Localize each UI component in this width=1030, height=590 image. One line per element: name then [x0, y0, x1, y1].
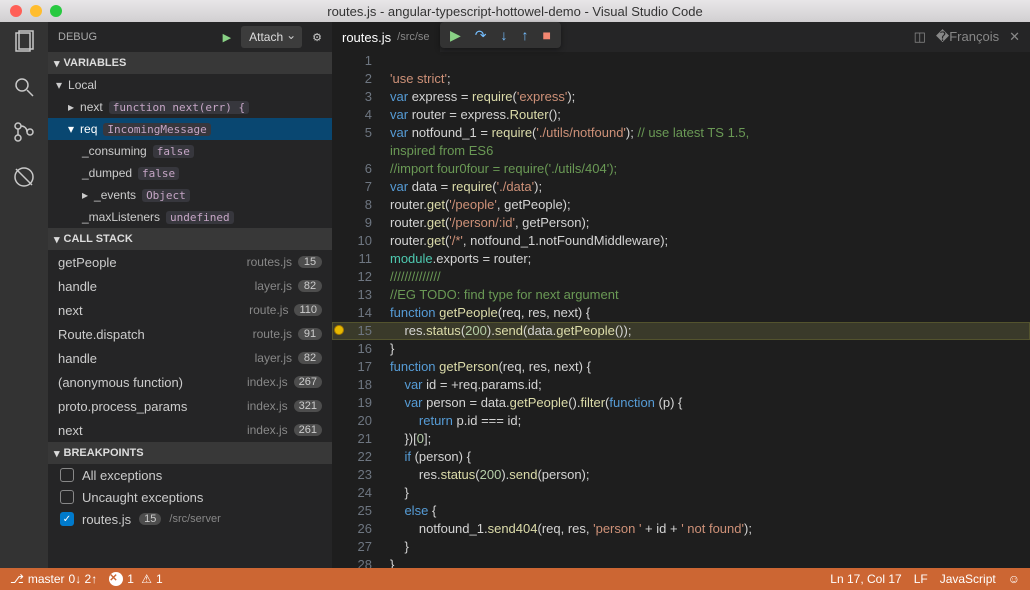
callstack-header[interactable]: ▾ CALL STACK — [48, 228, 332, 250]
code-line[interactable]: 8router.get('/people', getPeople); — [332, 196, 1030, 214]
tab-routes[interactable]: routes.js /src/se — [332, 22, 440, 52]
step-out-button[interactable]: ↑ — [522, 27, 529, 43]
language-mode[interactable]: JavaScript — [940, 572, 996, 586]
stack-frame[interactable]: getPeopleroutes.js15 — [48, 250, 332, 274]
variables-header[interactable]: ▾ VARIABLES — [48, 52, 332, 74]
code-editor[interactable]: I 12'use strict';3var express = require(… — [332, 52, 1030, 568]
stack-frame[interactable]: (anonymous function)index.js267 — [48, 370, 332, 394]
stack-frame[interactable]: handlelayer.js82 — [48, 274, 332, 298]
scope-local[interactable]: ▾ Local — [48, 74, 332, 96]
window-title: routes.js - angular-typescript-hottowel-… — [0, 4, 1030, 19]
explorer-icon[interactable] — [12, 30, 36, 57]
status-bar: ⎇ master 0↓ 2↑ ✕ 1 ⚠ 1 Ln 17, Col 17 LF … — [0, 568, 1030, 590]
stack-frame[interactable]: handlelayer.js82 — [48, 346, 332, 370]
debug-toolbar[interactable]: ▶ ↷ ↓ ↑ ■ — [440, 22, 561, 48]
debug-label: DEBUG — [58, 31, 97, 43]
variable-row[interactable]: _maxListeners undefined — [48, 206, 332, 228]
debug-icon[interactable] — [12, 165, 36, 192]
code-line[interactable]: 14function getPeople(req, res, next) { — [332, 304, 1030, 322]
split-editor-icon[interactable]: ◫ — [914, 29, 926, 45]
search-icon[interactable] — [12, 75, 36, 102]
variable-row[interactable]: ▸ next function next(err) { — [48, 96, 332, 118]
breakpoints-header[interactable]: ▾ BREAKPOINTS — [48, 442, 332, 464]
variable-row[interactable]: _consuming false — [48, 140, 332, 162]
code-line[interactable]: 11module.exports = router; — [332, 250, 1030, 268]
code-line[interactable]: 21 })[0]; — [332, 430, 1030, 448]
debug-sidebar: DEBUG ▶ Attach ⚙ ▾ VARIABLES ▾ Local ▸ n… — [48, 22, 332, 568]
code-line[interactable]: 27 } — [332, 538, 1030, 556]
code-line[interactable]: 4var router = express.Router(); — [332, 106, 1030, 124]
code-line[interactable]: 6//import four0four = require('./utils/4… — [332, 160, 1030, 178]
titlebar: routes.js - angular-typescript-hottowel-… — [0, 0, 1030, 22]
code-line[interactable]: 28} — [332, 556, 1030, 568]
problems[interactable]: ✕ 1 ⚠ 1 — [109, 572, 162, 586]
scm-icon[interactable] — [12, 120, 36, 147]
cursor-position[interactable]: Ln 17, Col 17 — [830, 572, 901, 586]
eol-indicator[interactable]: LF — [914, 572, 928, 586]
code-line[interactable]: 5var notfound_1 = require('./utils/notfo… — [332, 124, 1030, 142]
code-line[interactable]: 24 } — [332, 484, 1030, 502]
settings-icon[interactable]: ⚙ — [312, 31, 322, 44]
code-line[interactable]: 3var express = require('express'); — [332, 88, 1030, 106]
debug-config-select[interactable]: Attach — [241, 26, 302, 48]
git-branch[interactable]: ⎇ master 0↓ 2↑ — [10, 572, 97, 586]
variable-row[interactable]: _dumped false — [48, 162, 332, 184]
start-debug-button[interactable]: ▶ — [223, 31, 231, 44]
code-line[interactable]: 25 else { — [332, 502, 1030, 520]
step-into-button[interactable]: ↓ — [501, 27, 508, 43]
code-line[interactable]: 1 — [332, 52, 1030, 70]
close-editor-icon[interactable]: ✕ — [1009, 29, 1020, 45]
variable-row[interactable]: ▾ req IncomingMessage — [48, 118, 332, 140]
activity-bar — [0, 22, 48, 568]
stop-button[interactable]: ■ — [543, 27, 551, 43]
stack-frame[interactable]: proto.process_paramsindex.js321 — [48, 394, 332, 418]
stack-frame[interactable]: nextroute.js110 — [48, 298, 332, 322]
code-line[interactable]: 2'use strict'; — [332, 70, 1030, 88]
feedback-icon[interactable]: ☺ — [1008, 572, 1020, 586]
continue-button[interactable]: ▶ — [450, 27, 461, 44]
code-line[interactable]: 20 return p.id === id; — [332, 412, 1030, 430]
editor-area: routes.js /src/se ▶ ↷ ↓ ↑ ■ ◫ �François … — [332, 22, 1030, 568]
code-line[interactable]: 7var data = require('./data'); — [332, 178, 1030, 196]
variable-row[interactable]: ▸ _events Object — [48, 184, 332, 206]
step-over-button[interactable]: ↷ — [475, 27, 487, 44]
more-actions-icon[interactable]: �François — [936, 29, 999, 45]
code-line[interactable]: inspired from ES6 — [332, 142, 1030, 160]
code-line[interactable]: 22 if (person) { — [332, 448, 1030, 466]
code-line[interactable]: 9router.get('/person/:id', getPerson); — [332, 214, 1030, 232]
code-line[interactable]: 13//EG TODO: find type for next argument — [332, 286, 1030, 304]
code-line[interactable]: 10router.get('/*', notfound_1.notFoundMi… — [332, 232, 1030, 250]
breakpoint-row[interactable]: Uncaught exceptions — [48, 486, 332, 508]
code-line[interactable]: 18 var id = +req.params.id; — [332, 376, 1030, 394]
code-line[interactable]: 16} — [332, 340, 1030, 358]
breakpoint-row[interactable]: ✓routes.js 15 /src/server — [48, 508, 332, 530]
code-line[interactable]: 26 notfound_1.send404(req, res, 'person … — [332, 520, 1030, 538]
code-line[interactable]: 12////////////// — [332, 268, 1030, 286]
code-line[interactable]: 19 var person = data.getPeople().filter(… — [332, 394, 1030, 412]
stack-frame[interactable]: nextindex.js261 — [48, 418, 332, 442]
breakpoint-marker[interactable] — [334, 325, 344, 335]
stack-frame[interactable]: Route.dispatchroute.js91 — [48, 322, 332, 346]
code-line[interactable]: 23 res.status(200).send(person); — [332, 466, 1030, 484]
code-line[interactable]: 15 res.status(200).send(data.getPeople()… — [332, 322, 1030, 340]
code-line[interactable]: 17function getPerson(req, res, next) { — [332, 358, 1030, 376]
breakpoint-row[interactable]: All exceptions — [48, 464, 332, 486]
